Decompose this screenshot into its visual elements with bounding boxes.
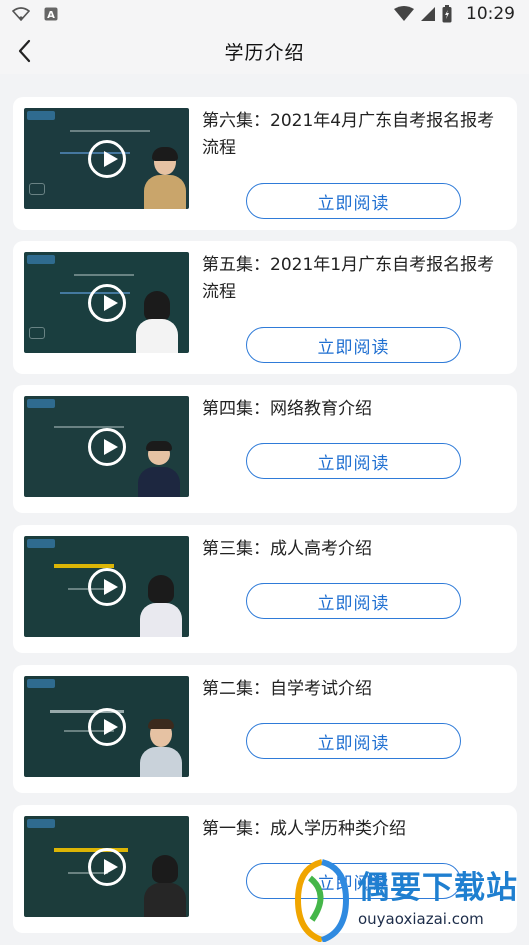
video-thumbnail[interactable]: [24, 536, 189, 637]
thumbnail-decoration: [29, 183, 45, 195]
presenter-image: [136, 291, 178, 353]
video-card: 第六集：2021年4月广东自考报名报考流程 立即阅读: [13, 97, 517, 230]
status-bar: A 10:29: [0, 0, 529, 28]
video-title: 第三集：成人高考介绍: [202, 539, 372, 559]
video-card: 第五集：2021年1月广东自考报名报考流程 立即阅读: [13, 241, 517, 374]
watermark-brand: 偶要下载站: [358, 870, 518, 906]
back-button[interactable]: [14, 38, 38, 64]
play-icon[interactable]: [87, 567, 126, 606]
wifi-icon: [12, 7, 30, 21]
thumbnail-logo: [27, 255, 55, 264]
video-title: 第五集：2021年1月广东自考报名报考流程: [202, 255, 495, 302]
thumbnail-text-line: [70, 130, 150, 132]
read-now-button[interactable]: 立即阅读: [246, 583, 461, 619]
read-now-button[interactable]: 立即阅读: [246, 183, 461, 219]
svg-text:A: A: [47, 10, 55, 21]
watermark-logo-icon: [294, 859, 350, 942]
thumbnail-logo: [27, 679, 55, 688]
thumbnail-text-line: [54, 426, 124, 428]
thumbnail-decoration: [29, 327, 45, 339]
thumbnail-logo: [27, 539, 55, 548]
status-time: 10:29: [466, 4, 515, 24]
video-list: 第六集：2021年4月广东自考报名报考流程 立即阅读 第五集：2021年1月广东…: [0, 74, 529, 945]
presenter-image: [140, 717, 182, 777]
thumbnail-text-line: [74, 274, 134, 276]
video-thumbnail[interactable]: [24, 396, 189, 497]
video-card: 第三集：成人高考介绍 立即阅读: [13, 525, 517, 653]
status-left: A: [12, 7, 58, 21]
video-title: 第一集：成人学历种类介绍: [202, 819, 406, 839]
battery-icon: [442, 5, 452, 23]
video-card: 第四集：网络教育介绍 立即阅读: [13, 385, 517, 513]
play-icon[interactable]: [87, 139, 126, 178]
thumbnail-logo: [27, 399, 55, 408]
play-icon[interactable]: [87, 707, 126, 746]
thumbnail-logo: [27, 819, 55, 828]
video-thumbnail[interactable]: [24, 676, 189, 777]
video-title: 第六集：2021年4月广东自考报名报考流程: [202, 111, 495, 158]
video-thumbnail[interactable]: [24, 252, 189, 353]
read-now-button[interactable]: 立即阅读: [246, 443, 461, 479]
read-now-button[interactable]: 立即阅读: [246, 327, 461, 363]
video-title: 第二集：自学考试介绍: [202, 679, 372, 699]
cell-signal-icon: [421, 7, 435, 21]
read-now-button[interactable]: 立即阅读: [246, 723, 461, 759]
play-icon[interactable]: [87, 427, 126, 466]
notification-a-icon: A: [44, 7, 58, 21]
video-card: 第二集：自学考试介绍 立即阅读: [13, 665, 517, 793]
presenter-image: [144, 147, 186, 209]
video-thumbnail[interactable]: [24, 816, 189, 917]
wifi-full-icon: [394, 6, 414, 21]
play-icon[interactable]: [87, 847, 126, 886]
video-thumbnail[interactable]: [24, 108, 189, 209]
video-title: 第四集：网络教育介绍: [202, 399, 372, 419]
presenter-image: [138, 437, 180, 497]
presenter-image: [144, 855, 186, 917]
watermark: 偶要下载站 ouyaoxiazai.com: [290, 858, 529, 945]
watermark-url: ouyaoxiazai.com: [358, 910, 484, 928]
chevron-left-icon: [18, 39, 31, 63]
nav-bar: 学历介绍: [0, 28, 529, 74]
presenter-image: [140, 575, 182, 637]
thumbnail-logo: [27, 111, 55, 120]
play-icon[interactable]: [87, 283, 126, 322]
status-right: 10:29: [394, 4, 515, 24]
page-title: 学历介绍: [224, 41, 305, 64]
